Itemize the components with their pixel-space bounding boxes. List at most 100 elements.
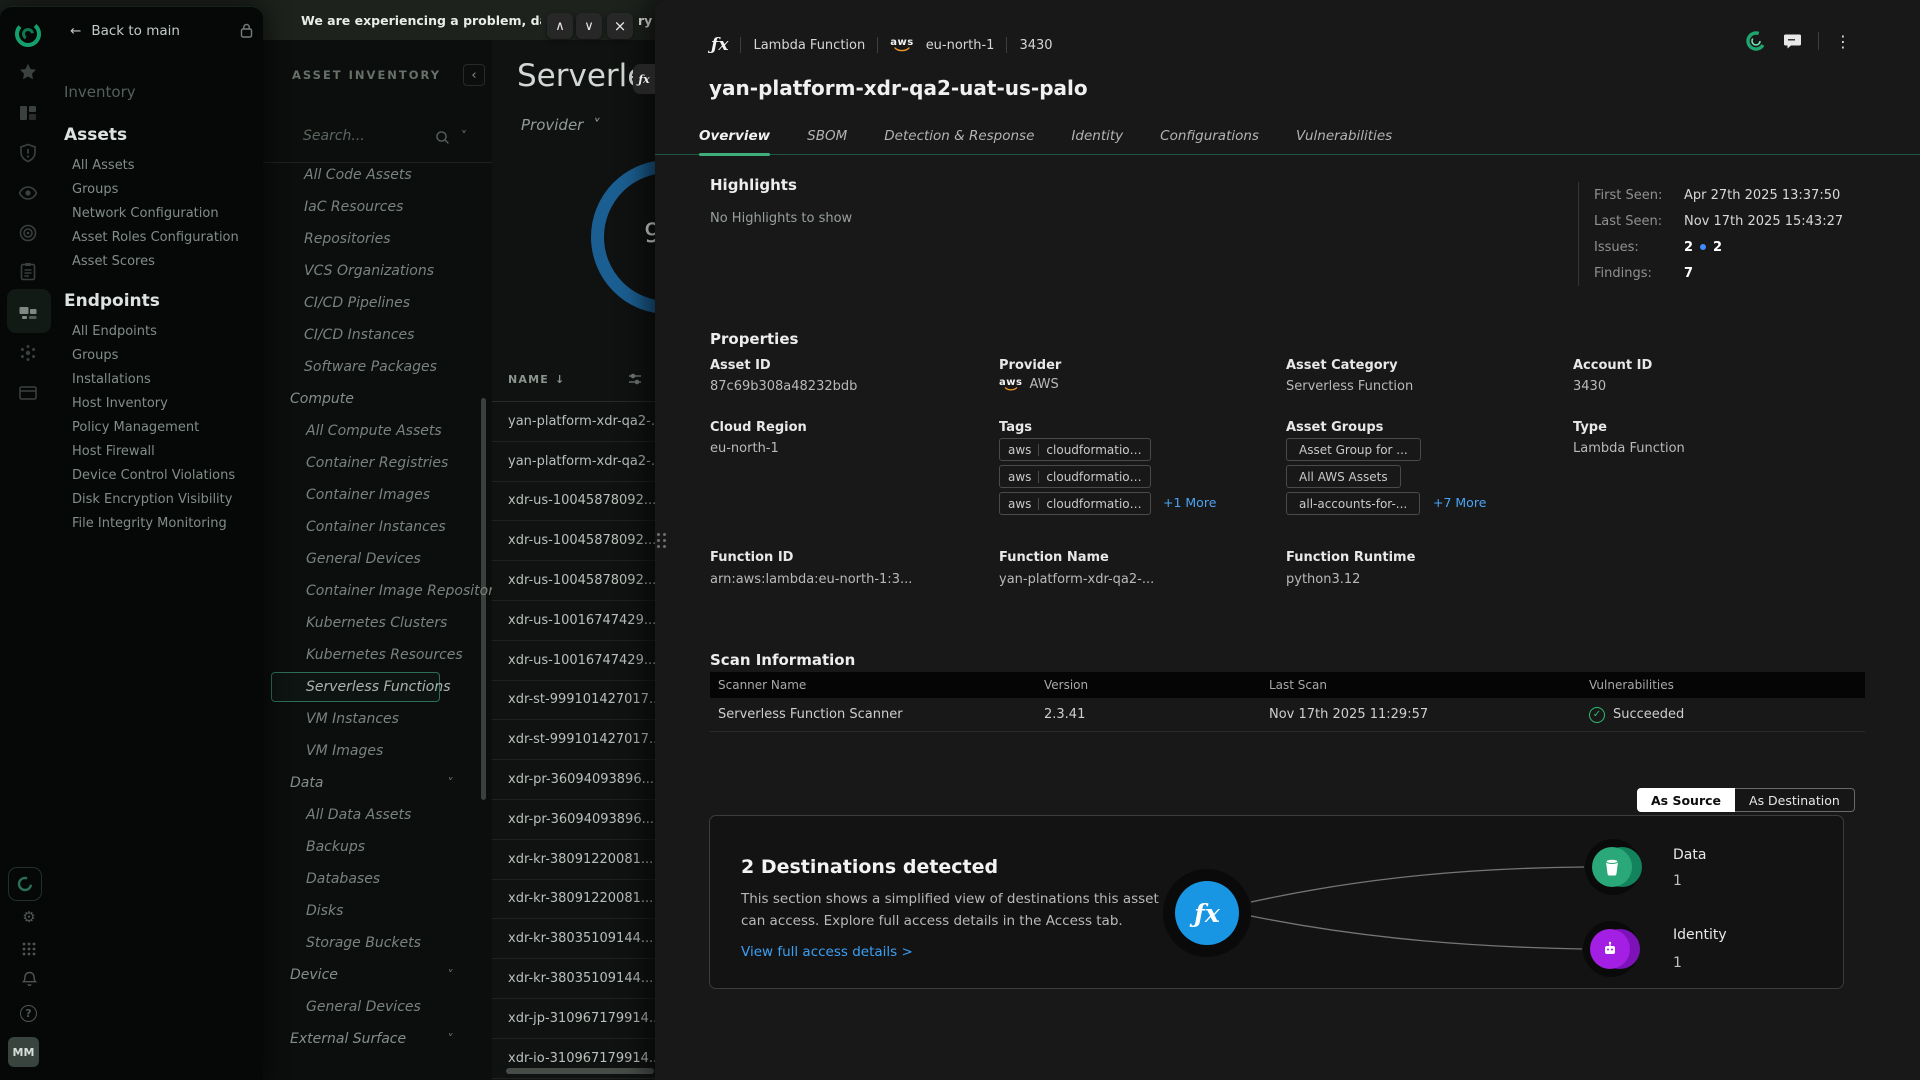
back-to-main-button[interactable]: ← Back to main xyxy=(70,23,180,39)
asset-category-item[interactable]: CI/CD Instances xyxy=(263,319,492,351)
notifications-bell-icon[interactable] xyxy=(20,970,38,988)
asset-category-item[interactable]: IaC Resources xyxy=(263,191,492,223)
asset-category-item[interactable]: VM Instances xyxy=(263,703,492,735)
data-destination-node[interactable] xyxy=(1585,839,1641,895)
function-id-value: arn:aws:lambda:eu-north-1:3... xyxy=(710,572,912,587)
more-actions-kebab-icon[interactable]: ⋮ xyxy=(1835,32,1851,51)
asset-category-item[interactable]: Disks xyxy=(263,895,492,927)
apps-grid-icon[interactable] xyxy=(20,940,38,958)
asset-category-item[interactable]: All Compute Assets xyxy=(263,415,492,447)
close-panel-button[interactable]: × xyxy=(607,13,633,39)
asset-category-item[interactable]: Kubernetes Resources xyxy=(263,639,492,671)
nav-item[interactable]: File Integrity Monitoring xyxy=(64,511,260,535)
settings-gear-icon[interactable]: ⚙ xyxy=(20,908,38,926)
asset-category-item[interactable]: Container Registries xyxy=(263,447,492,479)
favorites-star-icon[interactable] xyxy=(18,62,38,82)
lambda-source-node[interactable]: ƒx xyxy=(1163,869,1251,957)
help-icon[interactable]: ? xyxy=(20,1005,37,1022)
nav-item[interactable]: Host Firewall xyxy=(64,439,260,463)
nav-item[interactable]: Policy Management xyxy=(64,415,260,439)
asset-inventory-icon[interactable] xyxy=(18,103,38,123)
provider-filter[interactable]: Provider ˅ xyxy=(521,116,599,134)
data-node-count: 1 xyxy=(1673,873,1682,889)
asset-category-item[interactable]: General Devices xyxy=(263,991,492,1023)
next-row-button[interactable]: ∨ xyxy=(576,13,602,39)
asset-category-item[interactable]: Compute xyxy=(263,383,492,415)
user-avatar[interactable]: MM xyxy=(8,1037,39,1067)
asset-category-item[interactable]: General Devices xyxy=(263,543,492,575)
nav-item[interactable]: Device Control Violations xyxy=(64,463,260,487)
comment-icon[interactable] xyxy=(1783,33,1802,50)
asset-category-item[interactable]: Container Instances xyxy=(263,511,492,543)
asset-category-item[interactable]: VM Images xyxy=(263,735,492,767)
identity-destination-node[interactable] xyxy=(1583,921,1639,977)
panel-tab[interactable]: SBOM xyxy=(807,118,847,154)
visibility-eye-icon[interactable] xyxy=(18,183,38,203)
endpoints-icon[interactable] xyxy=(18,303,38,323)
asset-category-item[interactable]: Data ˅ xyxy=(263,767,492,799)
asset-category-item[interactable]: Container Image Repositories xyxy=(263,575,492,607)
groups-more-link[interactable]: +7 More xyxy=(1433,495,1486,510)
nav-item[interactable]: Host Inventory xyxy=(64,391,260,415)
tag-text: cloudformation:s... xyxy=(1046,497,1142,511)
asset-category-item[interactable]: Databases xyxy=(263,863,492,895)
panel-tab[interactable]: Overview xyxy=(699,118,770,154)
nav-item[interactable]: Asset Roles Configuration xyxy=(64,225,260,249)
nav-item[interactable]: Disk Encryption Visibility xyxy=(64,487,260,511)
security-shield-icon[interactable] xyxy=(18,143,38,163)
asset-category-item[interactable]: Serverless Functions xyxy=(263,671,492,703)
nav-item[interactable]: Network Configuration xyxy=(64,201,260,225)
asset-category-item[interactable]: CI/CD Pipelines xyxy=(263,287,492,319)
previous-row-button[interactable]: ∧ xyxy=(547,13,573,39)
panel-tab[interactable]: Configurations xyxy=(1160,118,1259,154)
type-value: Lambda Function xyxy=(1573,441,1685,456)
panel-lambda-tab[interactable]: ƒx xyxy=(633,64,655,94)
copilot-button[interactable] xyxy=(8,867,42,901)
asset-category-item[interactable]: VCS Organizations xyxy=(263,255,492,287)
asset-name: xdr-io-310967179914... xyxy=(508,1051,661,1066)
asset-category-item[interactable]: Storage Buckets xyxy=(263,927,492,959)
asset-category-item[interactable]: External Surface ˅ xyxy=(263,1023,492,1055)
nav-item[interactable]: Asset Scores xyxy=(64,249,260,273)
panel-tab[interactable]: Vulnerabilities xyxy=(1296,118,1392,154)
scan-table-row[interactable]: Serverless Function Scanner 2.3.41 Nov 1… xyxy=(710,698,1865,732)
search-options-icon[interactable]: ˅ xyxy=(461,129,467,143)
tags-more-link[interactable]: +1 More xyxy=(1163,495,1216,510)
nav-item[interactable]: Groups xyxy=(64,177,260,201)
search-icon[interactable] xyxy=(435,130,450,145)
as-source-button[interactable]: As Source xyxy=(1637,788,1735,812)
target-icon[interactable] xyxy=(18,223,38,243)
name-column-header[interactable]: NAME ↓ xyxy=(508,373,565,386)
nav-item[interactable]: Assets xyxy=(64,117,260,153)
asset-name: xdr-kr-38035109144... xyxy=(508,971,653,986)
as-destination-button[interactable]: As Destination xyxy=(1735,788,1855,812)
asset-category-item[interactable]: Backups xyxy=(263,831,492,863)
nav-item[interactable]: Groups xyxy=(64,343,260,367)
panel-tab[interactable]: Identity xyxy=(1071,118,1123,154)
automation-icon[interactable] xyxy=(18,343,38,363)
panel-resize-handle[interactable] xyxy=(657,533,666,548)
copilot-status-icon[interactable] xyxy=(1745,30,1767,52)
nav-item[interactable]: Inventory xyxy=(64,77,260,107)
asset-category-item[interactable]: Device ˅ xyxy=(263,959,492,991)
nav-item[interactable]: Installations xyxy=(64,367,260,391)
asset-category-item[interactable]: Repositories xyxy=(263,223,492,255)
search-input[interactable] xyxy=(303,128,431,144)
nav-item[interactable]: Endpoints xyxy=(64,283,260,319)
horizontal-scrollbar[interactable] xyxy=(506,1068,654,1074)
asset-category-item[interactable]: All Data Assets xyxy=(263,799,492,831)
column-settings-icon[interactable] xyxy=(628,372,642,386)
asset-category-item[interactable]: Software Packages xyxy=(263,351,492,383)
asset-category-item[interactable]: Kubernetes Clusters xyxy=(263,607,492,639)
panel-tab[interactable]: Detection & Response xyxy=(884,118,1034,154)
nav-item[interactable]: All Endpoints xyxy=(64,319,260,343)
modules-card-icon[interactable] xyxy=(18,383,38,403)
reports-clipboard-icon[interactable] xyxy=(18,262,38,282)
brand-logo-icon[interactable] xyxy=(13,19,43,49)
asset-category-item[interactable]: All Code Assets xyxy=(263,159,492,191)
scan-status-text: Succeeded xyxy=(1613,707,1684,722)
asset-category-item[interactable]: Container Images xyxy=(263,479,492,511)
nav-item[interactable]: All Assets xyxy=(64,153,260,177)
sidebar-scrollbar[interactable] xyxy=(481,398,486,800)
collapse-sidebar-button[interactable]: ‹ xyxy=(463,64,485,86)
